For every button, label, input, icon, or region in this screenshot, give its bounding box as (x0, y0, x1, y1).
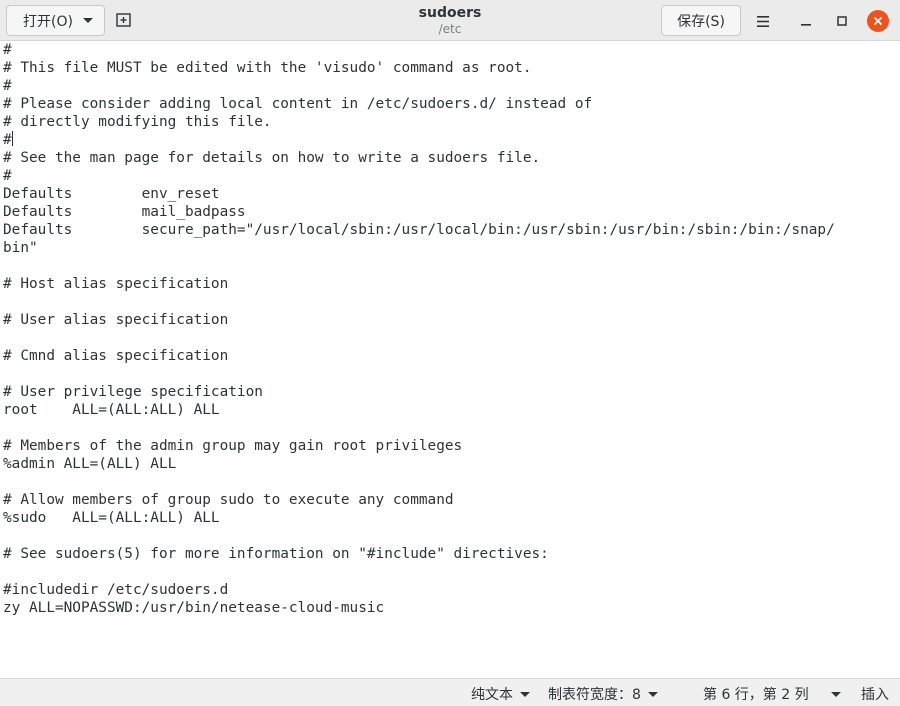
open-button[interactable]: 打开(O) (6, 5, 105, 36)
maximize-icon[interactable] (831, 10, 853, 32)
code-line: # User alias specification (3, 312, 229, 328)
code-line: bin" (3, 240, 38, 256)
code-line: zy ALL=NOPASSWD:/usr/bin/netease-cloud-m… (3, 600, 385, 616)
minimize-icon[interactable] (795, 10, 817, 32)
hamburger-menu-icon[interactable] (752, 10, 774, 32)
cursor-position-selector[interactable]: 第 6 行，第 2 列 (703, 684, 841, 704)
text-editor[interactable]: # # This file MUST be edited with the 'v… (0, 41, 900, 678)
code-line: Defaults secure_path="/usr/local/sbin:/u… (3, 222, 835, 238)
chevron-down-icon (830, 691, 841, 697)
code-line: # Allow members of group sudo to execute… (3, 492, 454, 508)
code-line: # Please consider adding local content i… (3, 96, 593, 112)
chevron-down-icon (82, 18, 93, 23)
close-icon[interactable] (867, 10, 889, 32)
window-title: sudoers /etc (300, 5, 600, 37)
code-line: # (3, 78, 12, 94)
code-line: #includedir /etc/sudoers.d (3, 582, 229, 598)
status-bar: 纯文本 制表符宽度：8 第 6 行，第 2 列 插入 (0, 678, 900, 706)
code-line: Defaults env_reset (3, 186, 220, 202)
code-line: # (3, 42, 12, 58)
new-tab-icon[interactable] (114, 10, 134, 30)
code-line: Defaults mail_badpass (3, 204, 246, 220)
code-line: # Host alias specification (3, 276, 229, 292)
text-cursor (11, 131, 13, 146)
code-line: # (3, 168, 12, 184)
save-button[interactable]: 保存(S) (661, 5, 741, 36)
code-line-current: # (0, 131, 900, 149)
language-label: 纯文本 (471, 687, 513, 703)
tab-width-selector[interactable]: 制表符宽度：8 (548, 684, 658, 704)
code-line: # directly modifying this file. (3, 114, 272, 130)
code-line: %admin ALL=(ALL) ALL (3, 456, 177, 472)
tab-width-label: 制表符宽度：8 (548, 687, 641, 703)
chevron-down-icon (520, 691, 530, 697)
language-selector[interactable]: 纯文本 (471, 684, 530, 704)
document-path: /etc (438, 22, 462, 36)
open-button-label: 打开(O) (23, 13, 73, 30)
code-line: # User privilege specification (3, 384, 263, 400)
code-line: # This file MUST be edited with the 'vis… (3, 60, 532, 76)
document-title: sudoers (418, 5, 482, 21)
insert-mode-indicator[interactable]: 插入 (861, 684, 889, 704)
insert-mode-label: 插入 (861, 687, 889, 703)
cursor-position-label: 第 6 行，第 2 列 (703, 687, 809, 703)
code-line-text: # (3, 132, 12, 148)
code-line: # See the man page for details on how to… (3, 150, 541, 166)
code-line: # Members of the admin group may gain ro… (3, 438, 463, 454)
header-bar: 打开(O) sudoers /etc 保存(S) (0, 0, 900, 41)
code-line: %sudo ALL=(ALL:ALL) ALL (3, 510, 220, 526)
code-line: root ALL=(ALL:ALL) ALL (3, 402, 220, 418)
save-button-label: 保存(S) (677, 13, 725, 30)
chevron-down-icon (647, 691, 658, 697)
code-line: # Cmnd alias specification (3, 348, 229, 364)
code-line: # See sudoers(5) for more information on… (3, 546, 549, 562)
